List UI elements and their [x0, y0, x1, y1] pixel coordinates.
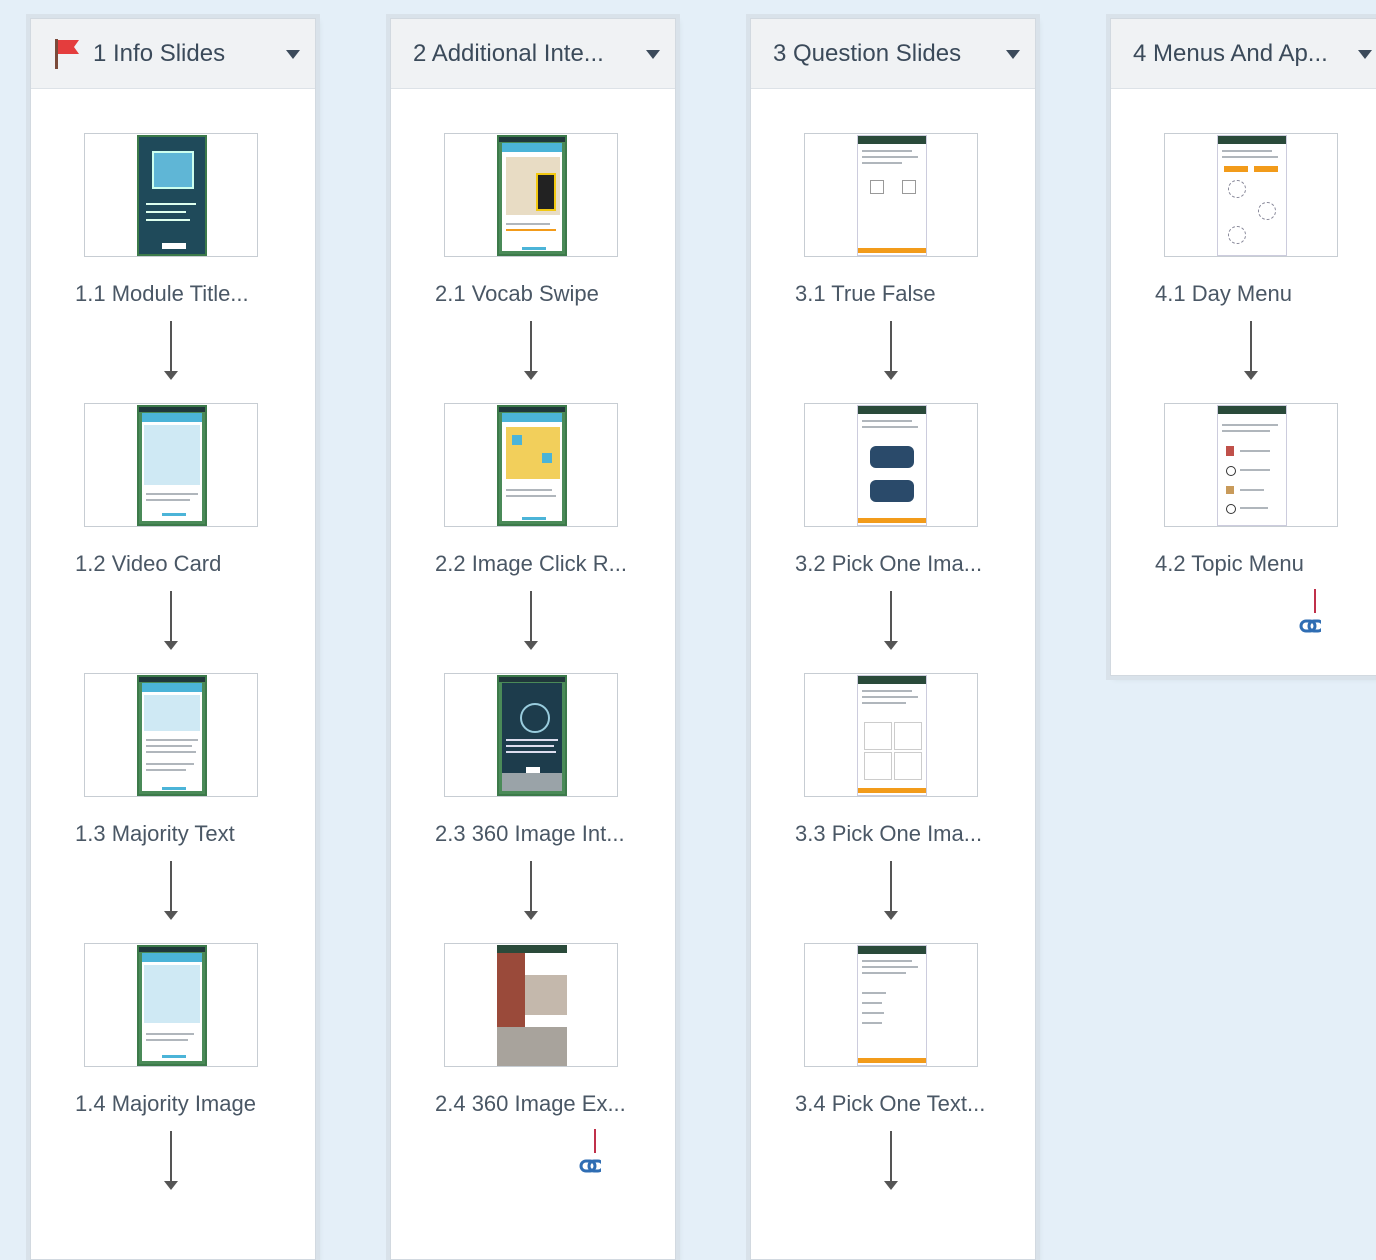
slide-thumbnail[interactable]: [444, 403, 618, 527]
scene-column-2: 2 Additional Inte... 2.1 Vocab Swipe 2.2…: [390, 18, 676, 1260]
slide-1-3[interactable]: 1.3 Majority Text: [31, 673, 315, 920]
arrow-down-icon: [163, 589, 179, 651]
slide-thumbnail[interactable]: [84, 403, 258, 527]
arrow-down-icon: [523, 589, 539, 651]
slide-4-1[interactable]: 4.1 Day Menu: [1111, 133, 1376, 380]
caret-down-icon[interactable]: [645, 48, 661, 60]
phone-preview: [857, 945, 927, 1066]
phone-preview: [857, 135, 927, 256]
slide-thumbnail[interactable]: [1164, 403, 1338, 527]
phone-preview: [137, 135, 207, 256]
phone-preview: [497, 945, 567, 1066]
link-icon[interactable]: [567, 1129, 605, 1181]
phone-preview: [1217, 405, 1287, 526]
slide-label: 1.1 Module Title...: [75, 281, 249, 306]
slide-4-2[interactable]: 4.2 Topic Menu: [1111, 403, 1376, 633]
scene-title: 4 Menus And Ap...: [1133, 39, 1328, 67]
slide-thumbnail[interactable]: [84, 133, 258, 257]
slide-2-1[interactable]: 2.1 Vocab Swipe: [391, 133, 675, 380]
slide-3-3[interactable]: 3.3 Pick One Ima...: [751, 673, 1035, 920]
caret-down-icon[interactable]: [1005, 48, 1021, 60]
slide-2-4[interactable]: 2.4 360 Image Ex...: [391, 943, 675, 1173]
caret-down-icon[interactable]: [1357, 48, 1373, 60]
slide-label: 2.3 360 Image Int...: [435, 821, 625, 846]
scene-header-2[interactable]: 2 Additional Inte...: [391, 19, 675, 89]
slide-label: 1.3 Majority Text: [75, 821, 235, 846]
scene-title: 1 Info Slides: [93, 39, 226, 67]
scene-column-3: 3 Question Slides 3.1 True False 3.2 Pic…: [750, 18, 1036, 1260]
arrow-down-icon: [1243, 319, 1259, 381]
slide-thumbnail[interactable]: [444, 673, 618, 797]
slide-thumbnail[interactable]: [804, 133, 978, 257]
slide-1-1[interactable]: 1.1 Module Title...: [31, 133, 315, 380]
phone-preview: [857, 675, 927, 796]
slide-thumbnail[interactable]: [804, 403, 978, 527]
phone-preview: [137, 405, 207, 526]
slide-thumbnail[interactable]: [804, 943, 978, 1067]
arrow-down-icon: [883, 319, 899, 381]
arrow-down-icon: [883, 859, 899, 921]
scene-title: 2 Additional Inte...: [413, 39, 604, 67]
arrow-down-icon: [523, 859, 539, 921]
phone-preview: [137, 675, 207, 796]
slide-3-1[interactable]: 3.1 True False: [751, 133, 1035, 380]
slide-label: 3.2 Pick One Ima...: [795, 551, 983, 576]
phone-preview: [1217, 135, 1287, 256]
slide-label: 1.2 Video Card: [75, 551, 222, 576]
slide-label: 1.4 Majority Image: [75, 1091, 256, 1116]
slide-thumbnail[interactable]: [84, 673, 258, 797]
slide-thumbnail[interactable]: [444, 133, 618, 257]
scene-header-3[interactable]: 3 Question Slides: [751, 19, 1035, 89]
scene-column-4: 4 Menus And Ap... 4.1 Day Menu 4.2 Topic…: [1110, 18, 1376, 676]
slide-1-4[interactable]: 1.4 Majority Image: [31, 943, 315, 1190]
slide-thumbnail[interactable]: [444, 943, 618, 1067]
phone-preview: [857, 405, 927, 526]
phone-preview: [497, 135, 567, 256]
slide-label: 3.3 Pick One Ima...: [795, 821, 983, 846]
caret-down-icon[interactable]: [285, 48, 301, 60]
arrow-down-icon: [883, 589, 899, 651]
flag-icon: [53, 37, 81, 71]
slide-label: 3.4 Pick One Text...: [795, 1091, 986, 1116]
scene-header-4[interactable]: 4 Menus And Ap...: [1111, 19, 1376, 89]
slide-label: 3.1 True False: [795, 281, 936, 306]
arrow-down-icon: [883, 1129, 899, 1191]
slide-3-4[interactable]: 3.4 Pick One Text...: [751, 943, 1035, 1190]
scene-column-1: 1 Info Slides 1.1 Module Title... 1.2 Vi…: [30, 18, 316, 1260]
slide-label: 2.2 Image Click R...: [435, 551, 627, 576]
slide-3-2[interactable]: 3.2 Pick One Ima...: [751, 403, 1035, 650]
slide-thumbnail[interactable]: [804, 673, 978, 797]
arrow-down-icon: [163, 319, 179, 381]
scene-header-1[interactable]: 1 Info Slides: [31, 19, 315, 89]
link-icon[interactable]: [1287, 589, 1325, 641]
arrow-down-icon: [163, 1129, 179, 1191]
slide-label: 4.1 Day Menu: [1155, 281, 1292, 306]
slide-2-3[interactable]: 2.3 360 Image Int...: [391, 673, 675, 920]
slide-thumbnail[interactable]: [1164, 133, 1338, 257]
arrow-down-icon: [523, 319, 539, 381]
slide-label: 2.4 360 Image Ex...: [435, 1091, 626, 1116]
phone-preview: [497, 405, 567, 526]
phone-preview: [137, 945, 207, 1066]
slide-label: 4.2 Topic Menu: [1155, 551, 1304, 576]
arrow-down-icon: [163, 859, 179, 921]
slide-1-2[interactable]: 1.2 Video Card: [31, 403, 315, 650]
slide-label: 2.1 Vocab Swipe: [435, 281, 599, 306]
slide-thumbnail[interactable]: [84, 943, 258, 1067]
slide-2-2[interactable]: 2.2 Image Click R...: [391, 403, 675, 650]
phone-preview: [497, 675, 567, 796]
scene-title: 3 Question Slides: [773, 39, 962, 67]
